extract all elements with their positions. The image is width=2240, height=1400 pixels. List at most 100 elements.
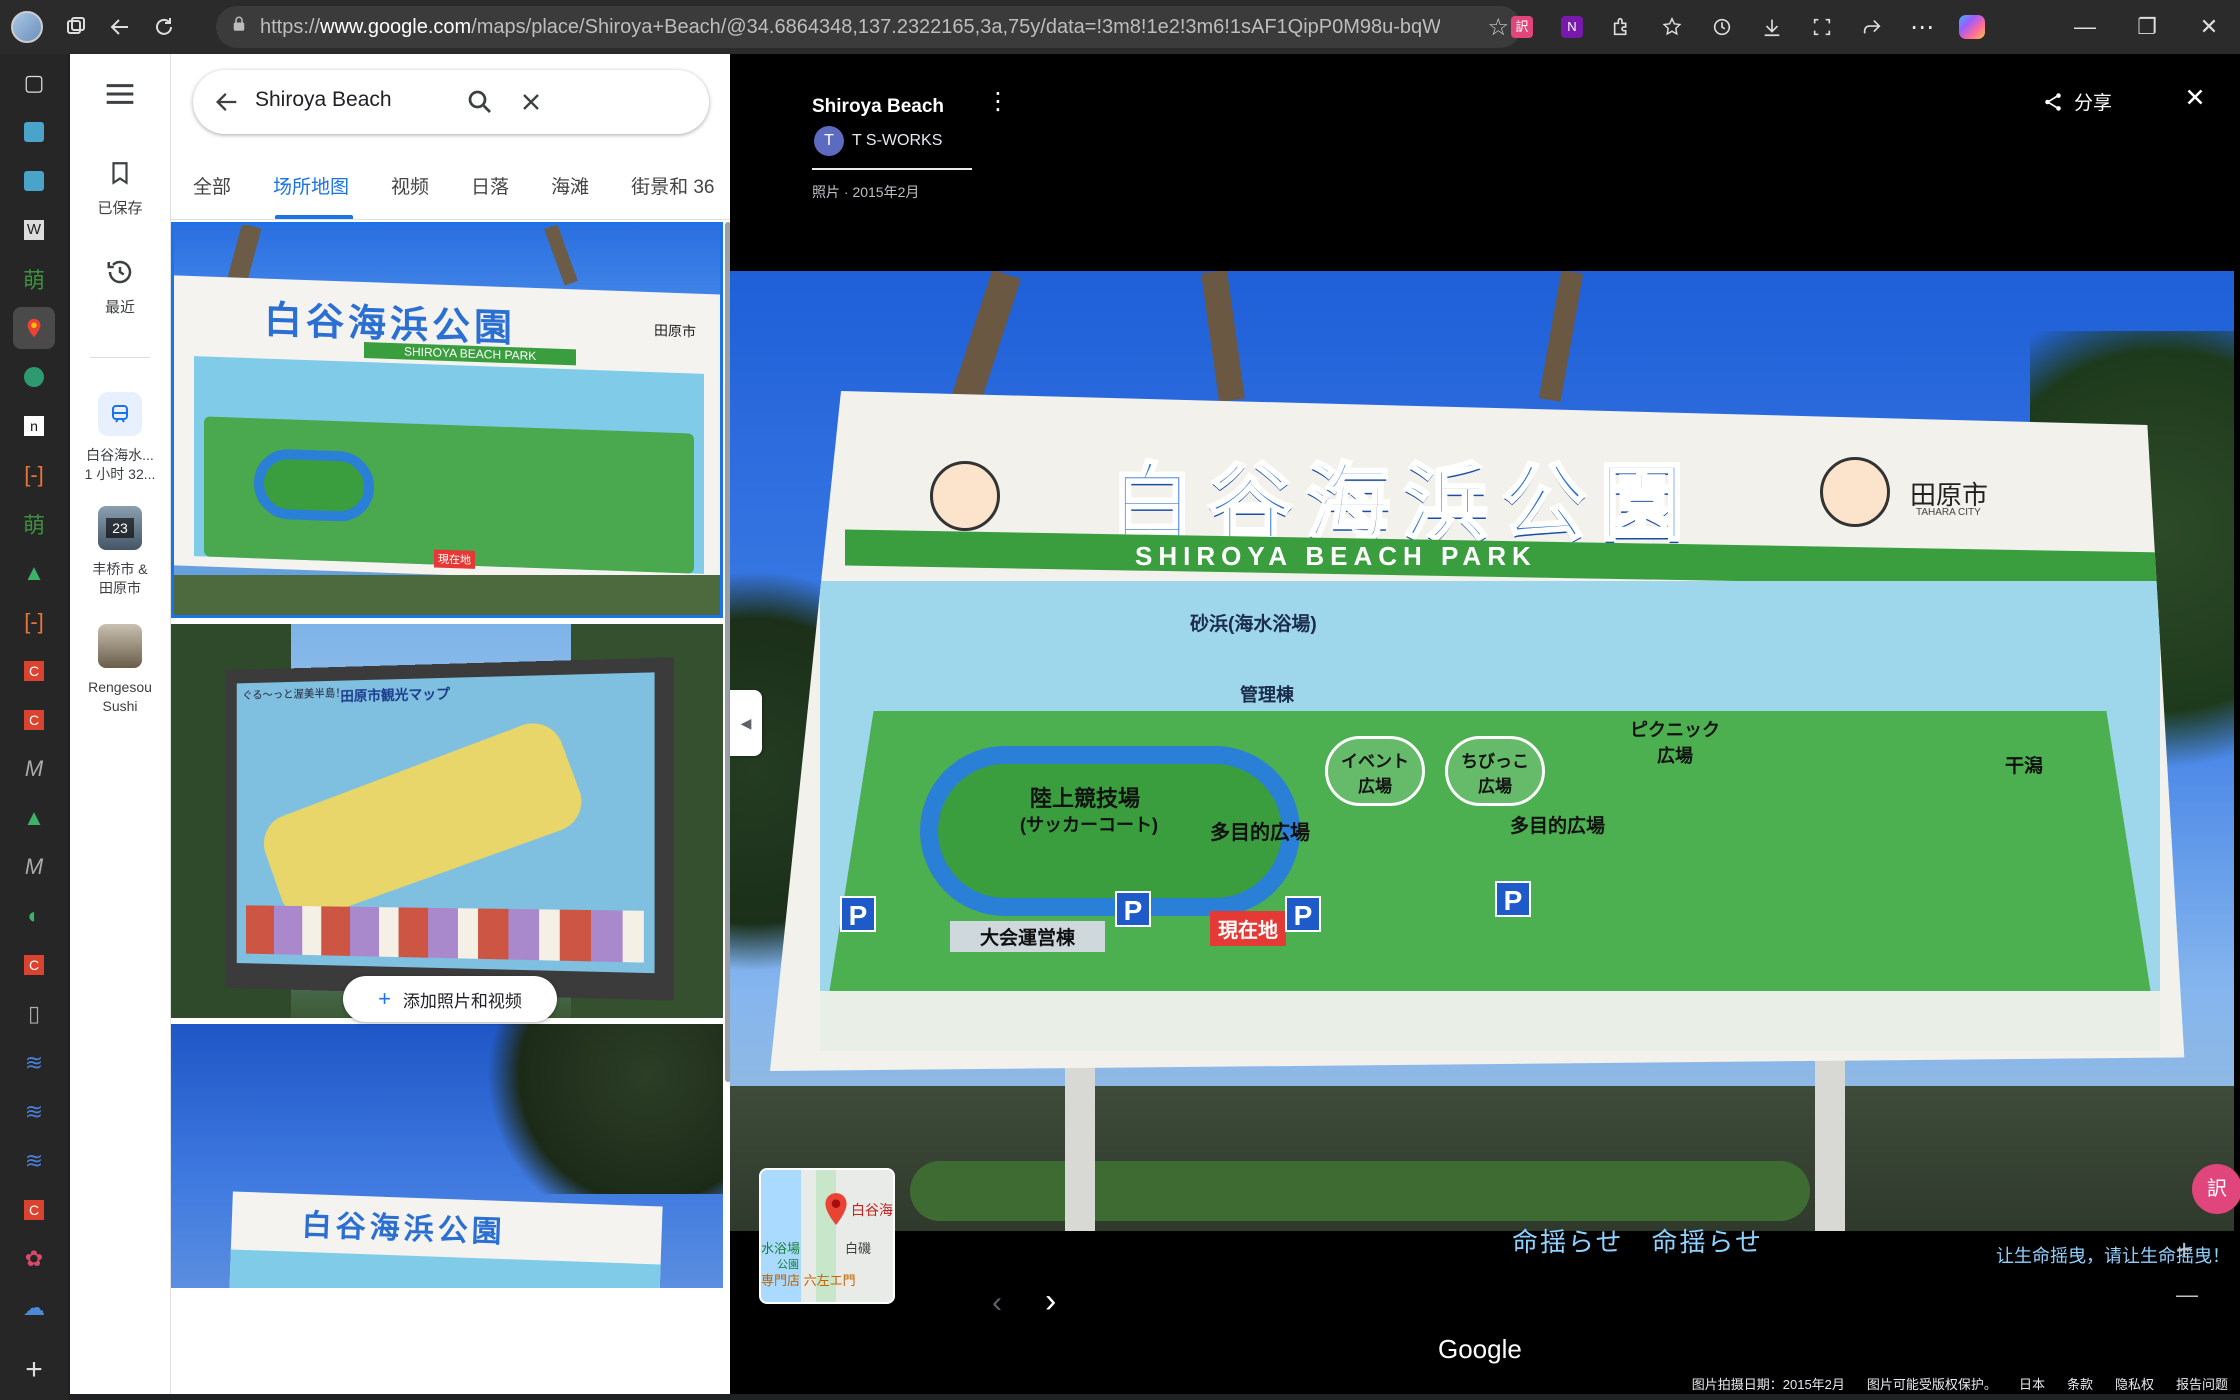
tab-favicon-icon[interactable]: ▲: [0, 548, 68, 597]
tab-favicon-icon[interactable]: C: [0, 940, 68, 989]
back-icon[interactable]: [98, 5, 142, 49]
zoom-out-icon[interactable]: —: [2176, 1282, 2198, 1308]
footer-date: 图片拍摄日期：2015年2月: [1691, 1377, 1845, 1392]
tab-actions-icon[interactable]: [54, 5, 98, 49]
translate-ext-icon[interactable]: 訳: [1500, 5, 1544, 49]
tab-street-view[interactable]: 街景和 36: [631, 172, 714, 212]
tab-favicon-icon[interactable]: ≋: [0, 1087, 68, 1136]
sign-track-sub-text: (サッカーコート): [1020, 815, 1158, 835]
share-button[interactable]: 分享: [2042, 88, 2112, 115]
tab-favicon-icon[interactable]: [0, 107, 68, 156]
parking-sign-icon: P: [1495, 881, 1531, 917]
favorites-icon[interactable]: [1650, 5, 1694, 49]
tab-video[interactable]: 视频: [391, 172, 429, 212]
tab-beach[interactable]: 海滩: [551, 172, 589, 212]
tab-all[interactable]: 全部: [193, 172, 231, 212]
footer-report[interactable]: 报告问题: [2176, 1374, 2228, 1393]
author-chip[interactable]: T T S-WORKS: [814, 126, 942, 156]
tab-favicon-icon[interactable]: n: [0, 401, 68, 450]
tab-favicon-icon[interactable]: C: [0, 695, 68, 744]
restore-icon[interactable]: ❐: [2116, 0, 2178, 54]
park-sign: 白谷海浜公園 田原市 TAHARA CITY SHIROYA BEACH PAR…: [770, 391, 2185, 1071]
tab-favicon-icon[interactable]: ▯: [0, 989, 68, 1038]
saved-button[interactable]: 已保存: [70, 158, 170, 218]
photo-thumbnail[interactable]: ぐる～っと渥美半島！ 田原市観光マップ: [171, 624, 723, 1018]
downloads-icon[interactable]: [1750, 5, 1794, 49]
menu-icon[interactable]: [100, 74, 140, 119]
recent-item[interactable]: Rengesou Sushi: [70, 624, 170, 716]
footer-terms[interactable]: 条款: [2067, 1374, 2093, 1393]
tab-favicon-icon[interactable]: ✿: [0, 1234, 68, 1283]
photo-category-tabs: 全部 场所地图 视频 日落 海滩 街景和 36: [171, 172, 731, 212]
history-icon: [70, 257, 170, 296]
lock-icon: [230, 15, 248, 39]
recent-item[interactable]: 23 丰桥市 & 田原市: [70, 506, 170, 598]
back-arrow-icon[interactable]: [213, 88, 241, 121]
search-icon[interactable]: [465, 87, 495, 122]
tab-favicon-icon[interactable]: [0, 156, 68, 205]
minimap[interactable]: 白谷海 白磯 水浴場 公園 専門店 六左エ門: [759, 1168, 895, 1304]
extensions-icon[interactable]: [1600, 5, 1644, 49]
onenote-ext-icon[interactable]: N: [1550, 5, 1594, 49]
tab-place-map[interactable]: 场所地图: [273, 172, 349, 212]
tab-favicon-icon[interactable]: M: [0, 842, 68, 891]
copilot-icon[interactable]: [1950, 5, 1994, 49]
collapse-panel-button[interactable]: ◀: [730, 690, 762, 756]
footer-privacy[interactable]: 隐私权: [2115, 1374, 2154, 1393]
add-photo-button[interactable]: + 添加照片和视频: [343, 976, 557, 1022]
screenshot-icon[interactable]: [1800, 5, 1844, 49]
tab-favicon-icon[interactable]: ▲: [0, 793, 68, 842]
recent-item-sub: Sushi: [102, 698, 138, 714]
previous-photo-icon[interactable]: ‹: [992, 1286, 1002, 1320]
tab-sunset[interactable]: 日落: [471, 172, 509, 212]
tab-favicon-icon[interactable]: ◐: [0, 891, 68, 940]
tab-panel-icon[interactable]: ▢: [0, 58, 68, 107]
tab-favicon-icon[interactable]: [0, 352, 68, 401]
address-bar[interactable]: https://www.google.com/maps/place/Shiroy…: [216, 6, 1521, 48]
recent-item-sub: 1 小时 32...: [84, 466, 156, 482]
close-viewer-icon[interactable]: [2182, 84, 2208, 115]
recent-button[interactable]: 最近: [70, 257, 170, 317]
share-label: 分享: [2074, 93, 2113, 114]
sign-track-text: 陸上競技場: [1030, 786, 1141, 811]
minimap-label: 白谷海: [851, 1202, 893, 1218]
profile-avatar-icon[interactable]: [0, 5, 54, 49]
photo-thumbnail-selected[interactable]: 白谷海浜公園 SHIROYA BEACH PARK 田原市 現在地: [171, 222, 723, 618]
bookmark-icon: [70, 158, 170, 197]
clear-search-icon[interactable]: [517, 88, 545, 121]
tab-favicon-icon[interactable]: W: [0, 205, 68, 254]
parking-sign-icon: P: [840, 896, 876, 932]
tab-favicon-icon[interactable]: ≋: [0, 1136, 68, 1185]
share-icon[interactable]: [1850, 5, 1894, 49]
close-window-icon[interactable]: ✕: [2178, 0, 2240, 54]
refresh-icon[interactable]: [142, 5, 186, 49]
search-input[interactable]: Shiroya Beach: [255, 88, 495, 112]
sign-multi1-text: 多目的広場: [1210, 822, 1310, 844]
recent-label: 最近: [104, 299, 135, 316]
new-tab-icon[interactable]: +: [0, 1345, 68, 1394]
next-photo-icon[interactable]: ›: [1045, 1282, 1056, 1321]
minimize-icon[interactable]: —: [2054, 0, 2116, 54]
more-icon[interactable]: ⋯: [1900, 5, 1944, 49]
tab-favicon-icon[interactable]: 萌: [0, 254, 68, 303]
tab-favicon-maps-icon[interactable]: [0, 303, 68, 352]
tab-favicon-icon[interactable]: [-]: [0, 450, 68, 499]
tab-favicon-icon[interactable]: C: [0, 1185, 68, 1234]
sign-subtitle-text: SHIROYA BEACH PARK: [1135, 541, 1537, 571]
main-photo[interactable]: 白谷海浜公園 田原市 TAHARA CITY SHIROYA BEACH PAR…: [730, 271, 2234, 1231]
tab-favicon-icon[interactable]: 萌: [0, 499, 68, 548]
history-icon[interactable]: [1700, 5, 1744, 49]
photo-thumbnail[interactable]: 白谷海浜公園: [171, 1024, 723, 1288]
zoom-in-icon[interactable]: +: [2176, 1234, 2192, 1266]
tab-favicon-icon[interactable]: M: [0, 744, 68, 793]
more-vert-icon[interactable]: ⋮: [986, 90, 1010, 114]
photo-viewer: Shiroya Beach ⋮ T T S-WORKS 照片 · 2015年2月…: [730, 54, 2240, 1394]
tab-favicon-icon[interactable]: ≋: [0, 1038, 68, 1087]
recent-item[interactable]: 白谷海水... 1 小时 32...: [70, 392, 170, 484]
translate-float-icon[interactable]: 訳: [2192, 1164, 2240, 1214]
browser-vertical-tabs: ▢ W 萌 n [-] 萌 ▲ [-] C C M ▲ M ◐ C ▯ ≋ ≋ …: [0, 54, 68, 1400]
footer-japan[interactable]: 日本: [2019, 1374, 2045, 1393]
tab-favicon-icon[interactable]: C: [0, 646, 68, 695]
tab-favicon-icon[interactable]: ☁: [0, 1283, 68, 1332]
tab-favicon-icon[interactable]: [-]: [0, 597, 68, 646]
